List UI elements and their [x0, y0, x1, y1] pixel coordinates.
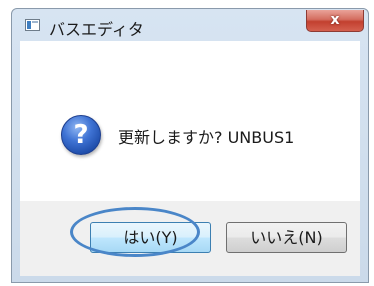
- close-button[interactable]: x: [306, 10, 364, 32]
- question-icon: ?: [61, 115, 101, 155]
- yes-button[interactable]: はい(Y): [90, 222, 211, 253]
- dialog-message: 更新しますか? UNBUS1: [118, 128, 295, 147]
- title-bar[interactable]: バスエディタ x: [12, 9, 368, 41]
- message-area: ? 更新しますか? UNBUS1: [20, 41, 360, 201]
- dialog-client-area: ? 更新しますか? UNBUS1 はい(Y) いいえ(N): [20, 41, 360, 276]
- dialog-window: バスエディタ x ? 更新しますか? UNBUS1 はい(Y) いいえ(N): [11, 8, 369, 283]
- no-button[interactable]: いいえ(N): [226, 222, 347, 253]
- window-title: バスエディタ: [49, 20, 144, 39]
- close-icon: x: [330, 12, 340, 28]
- app-window-icon: [25, 19, 40, 31]
